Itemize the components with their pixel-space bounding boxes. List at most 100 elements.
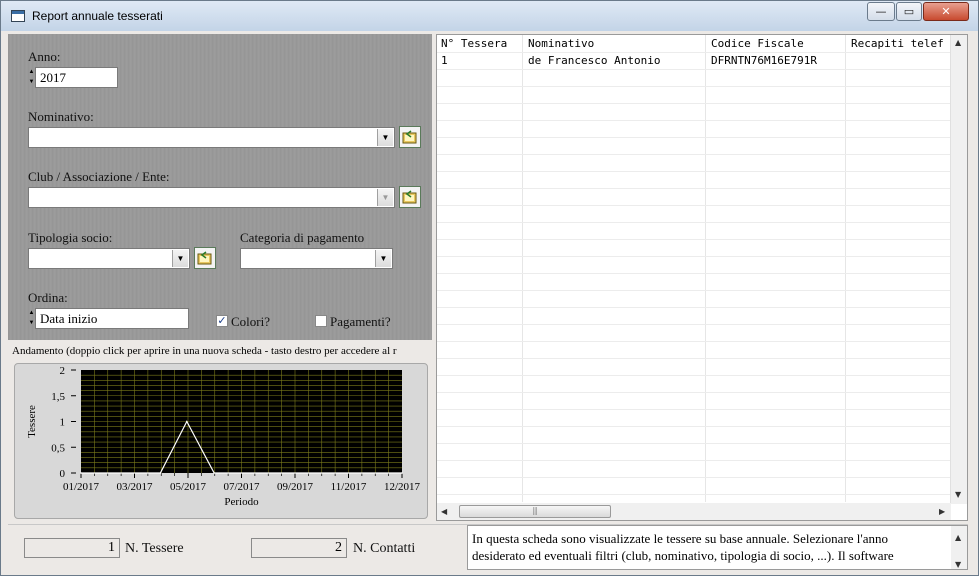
maximize-button[interactable]: ▭ [896, 2, 922, 21]
folder-browse-icon [402, 130, 417, 144]
scroll-thumb[interactable]: ||| [459, 505, 611, 518]
categoria-combo[interactable]: ▼ [240, 248, 393, 269]
row-divider [437, 290, 955, 291]
tessere-label: N. Tessere [125, 541, 184, 556]
anno-spinner-icon[interactable]: ▲ ▼ [28, 67, 35, 88]
table-row[interactable]: 1 de Francesco Antonio DFRNTN76M16E791R [437, 52, 957, 69]
x-tick-label: 05/2017 [170, 481, 207, 493]
chart-panel[interactable]: 0 0,5 1 1,5 2 01/2017 03/2017 05/2017 07/2017 09/… [14, 363, 428, 519]
y-tick-label: 1,5 [51, 391, 65, 403]
categoria-label: Categoria di pagamento [240, 230, 365, 245]
nominativo-label: Nominativo: [28, 109, 94, 124]
row-divider [437, 103, 955, 104]
folder-browse-icon [197, 251, 212, 265]
y-tick-label: 1 [60, 417, 66, 429]
contatti-label: N. Contatti [353, 541, 416, 556]
table-header: N° Tessera Nominativo Codice Fiscale Rec… [437, 35, 957, 52]
scroll-left-icon[interactable]: ◀ [441, 507, 447, 516]
club-label: Club / Associazione / Ente: [28, 169, 170, 184]
scroll-right-icon[interactable]: ▶ [939, 507, 945, 516]
column-header-codice-fiscale[interactable]: Codice Fiscale [711, 37, 804, 50]
scroll-down-icon[interactable]: ▼ [955, 556, 961, 569]
x-tick-label: 07/2017 [223, 481, 260, 493]
cell-tessera: 1 [441, 54, 448, 67]
column-divider [705, 35, 706, 502]
row-divider [437, 443, 955, 444]
row-divider [437, 324, 955, 325]
tessere-count: 1 [24, 538, 120, 558]
close-button[interactable]: ✕ [923, 2, 969, 21]
row-divider [437, 341, 955, 342]
column-header-tessera[interactable]: N° Tessera [441, 37, 507, 50]
row-divider [437, 239, 955, 240]
x-tick-label: 01/2017 [63, 481, 100, 493]
chevron-down-icon[interactable]: ▼ [377, 129, 393, 146]
row-divider [437, 460, 955, 461]
column-divider [845, 35, 846, 502]
chevron-down-icon[interactable]: ▼ [375, 250, 391, 267]
row-divider [437, 120, 955, 121]
data-point [80, 472, 82, 474]
x-tick-label: 11/2017 [331, 481, 367, 493]
x-tick-label: 09/2017 [277, 481, 314, 493]
data-point [213, 472, 215, 474]
row-divider [437, 477, 955, 478]
club-browse-button[interactable] [399, 186, 421, 208]
row-divider [437, 392, 955, 393]
row-divider [437, 154, 955, 155]
scroll-down-icon[interactable]: ▼ [955, 490, 961, 499]
y-axis-label: Tessere [26, 405, 38, 438]
colori-label: Colori? [231, 314, 270, 329]
anno-label: Anno: [28, 49, 61, 64]
ordina-label: Ordina: [28, 290, 68, 305]
info-text: In questa scheda sono visualizzate le te… [472, 531, 894, 563]
table-vertical-scrollbar[interactable]: ▲ ▼ [950, 35, 967, 504]
title-bar: Report annuale tesserati — ▭ ✕ [1, 1, 978, 31]
window-title: Report annuale tesserati [32, 9, 163, 23]
chart-caption: Andamento (doppio click per aprire in un… [12, 345, 397, 357]
column-header-recapiti[interactable]: Recapiti telef [851, 37, 944, 50]
nominativo-browse-button[interactable] [399, 126, 421, 148]
row-divider [437, 188, 955, 189]
trend-chart[interactable]: 0 0,5 1 1,5 2 01/2017 03/2017 05/2017 07/2017 09/… [15, 364, 427, 518]
tessere-table[interactable]: N° Tessera Nominativo Codice Fiscale Rec… [436, 34, 968, 521]
app-window-icon [11, 10, 25, 22]
pagamenti-label: Pagamenti? [330, 314, 391, 329]
chevron-down-icon[interactable]: ▼ [377, 189, 393, 206]
row-divider [437, 171, 955, 172]
y-tick-label: 2 [60, 365, 66, 377]
ordina-spinner-icon[interactable]: ▲ ▼ [28, 308, 35, 329]
nominativo-combo[interactable]: ▼ [28, 127, 395, 148]
tipologia-browse-button[interactable] [194, 247, 216, 269]
scroll-up-icon[interactable]: ▲ [955, 529, 961, 546]
cell-codice-fiscale: DFRNTN76M16E791R [711, 54, 817, 67]
x-tick-label: 03/2017 [116, 481, 153, 493]
pagamenti-checkbox[interactable] [315, 315, 327, 327]
column-divider [522, 35, 523, 502]
row-divider [437, 358, 955, 359]
club-combo[interactable]: ▼ [28, 187, 395, 208]
data-point [401, 472, 403, 474]
colori-checkbox[interactable]: ✓ [216, 315, 228, 327]
row-divider [437, 256, 955, 257]
ordina-input[interactable]: Data inizio [35, 308, 189, 329]
column-header-nominativo[interactable]: Nominativo [528, 37, 594, 50]
y-tick-label: 0,5 [51, 442, 65, 454]
chevron-down-icon[interactable]: ▼ [172, 250, 188, 267]
table-horizontal-scrollbar[interactable]: ◀ ||| ▶ [437, 503, 951, 520]
tipologia-combo[interactable]: ▼ [28, 248, 190, 269]
info-text-box[interactable]: In questa scheda sono visualizzate le te… [467, 525, 968, 570]
filter-panel: Anno: ▲ ▼ 2017 Nominativo: ▼ Club / Assoc… [8, 34, 432, 340]
status-bar: 1 N. Tessere 2 N. Contatti In questa sch… [8, 524, 968, 571]
x-axis-label: Periodo [224, 496, 259, 508]
info-scrollbar[interactable]: ▲ ▼ [951, 526, 967, 569]
row-divider [437, 205, 955, 206]
tipologia-label: Tipologia socio: [28, 230, 113, 245]
row-divider [437, 69, 955, 70]
row-divider [437, 494, 955, 495]
scroll-up-icon[interactable]: ▲ [955, 38, 961, 47]
minimize-button[interactable]: — [867, 2, 895, 21]
row-divider [437, 86, 955, 87]
row-divider [437, 273, 955, 274]
anno-input[interactable]: 2017 [35, 67, 118, 88]
